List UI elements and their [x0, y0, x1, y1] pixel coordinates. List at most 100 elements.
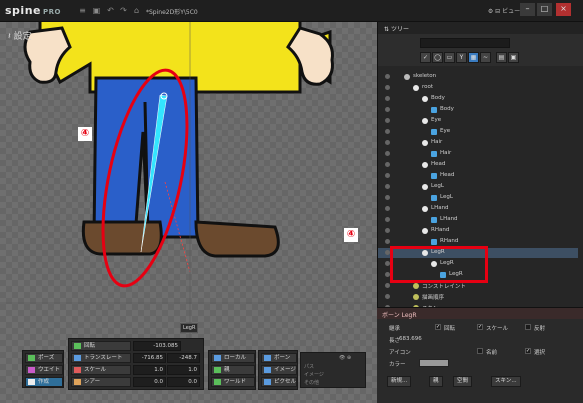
scale-checkbox[interactable]: ✓ — [477, 324, 483, 330]
annotation-number: ④ — [78, 127, 92, 141]
tree-item-label: skeleton — [413, 73, 437, 79]
mode-label[interactable]: 𝄽 設定 — [8, 29, 32, 42]
filter-bone-icon[interactable]: ✓ — [420, 52, 431, 63]
skeleton-icon — [404, 74, 410, 80]
tree-item[interactable]: skeleton — [378, 72, 578, 82]
bone-icon — [422, 96, 428, 102]
shear-x-value[interactable]: 0.0 — [133, 377, 166, 387]
redo-icon[interactable]: ↷ — [119, 6, 128, 15]
tree-item[interactable]: Head — [378, 160, 578, 170]
visibility-dot-icon[interactable] — [385, 118, 390, 123]
tree-item[interactable]: LHand — [378, 215, 578, 225]
scale-button[interactable]: スケール — [71, 365, 131, 375]
tree-filter-row: ✓ ◯ ▭ Y ▦ ~ ▤ ▣ — [420, 52, 570, 64]
color-swatch[interactable] — [419, 359, 449, 367]
rotate-value[interactable]: -103.085 — [133, 341, 181, 351]
visibility-dot-icon[interactable] — [385, 162, 390, 167]
image-icon — [431, 173, 437, 179]
tree-item-label: Body — [440, 106, 454, 112]
images-label: イメージ — [304, 372, 324, 378]
space-button[interactable]: 空間 — [453, 376, 473, 387]
tree-item[interactable]: root — [378, 83, 578, 93]
undo-icon[interactable]: ↶ — [106, 6, 115, 15]
tree-item[interactable]: Body — [378, 105, 578, 115]
tree-item[interactable]: Hair — [378, 149, 578, 159]
properties-panel: ボーン LegR 継承 ✓ 回転 ✓ スケール 反射 長さ 683.696 アイ… — [377, 307, 583, 403]
visibility-dot-icon[interactable] — [385, 195, 390, 200]
visibility-dot-icon[interactable] — [385, 217, 390, 222]
bones-toggle[interactable]: ボーン — [261, 353, 297, 363]
filter-constraint-icon[interactable]: Y — [456, 52, 467, 63]
tree-item[interactable]: LegL — [378, 182, 578, 192]
weights-button[interactable]: ウエイト — [25, 365, 63, 375]
filter-attachment-icon[interactable]: ▭ — [444, 52, 455, 63]
tree-item-label: Eye — [440, 128, 451, 134]
tree-item[interactable]: Body — [378, 94, 578, 104]
filter-anim-icon[interactable]: ▤ — [496, 52, 507, 63]
save-icon[interactable]: ▣ — [92, 6, 101, 15]
visibility-dot-icon[interactable] — [385, 129, 390, 134]
visibility-dot-icon[interactable] — [385, 283, 390, 288]
visibility-dot-icon[interactable] — [385, 173, 390, 178]
skin-button[interactable]: スキン... — [491, 376, 521, 387]
tree-item-label: Head — [440, 172, 455, 178]
new-button[interactable]: 新規... — [387, 376, 412, 387]
pick-toggle[interactable]: ピクセル — [261, 377, 297, 387]
name-checkbox[interactable] — [477, 348, 483, 354]
minimize-button[interactable]: – — [520, 3, 535, 16]
tree-item[interactable]: LegL — [378, 193, 578, 203]
visibility-dot-icon[interactable] — [385, 206, 390, 211]
maximize-button[interactable]: □ — [537, 3, 552, 16]
rotate-button[interactable]: 回転 — [71, 341, 131, 351]
shear-button[interactable]: シアー — [71, 377, 131, 387]
visibility-dot-icon[interactable] — [385, 96, 390, 101]
world-axes-button[interactable]: ワールド — [211, 377, 255, 387]
close-button[interactable]: × — [556, 3, 571, 16]
visibility-dot-icon[interactable] — [385, 107, 390, 112]
visibility-dot-icon[interactable] — [385, 140, 390, 145]
visibility-dot-icon[interactable] — [385, 85, 390, 90]
image-icon — [431, 195, 437, 201]
tree-search-input[interactable] — [420, 38, 510, 48]
tree-item[interactable]: RHand — [378, 226, 578, 236]
translate-y-value[interactable]: -248.7 — [167, 353, 200, 363]
visibility-dot-icon[interactable] — [385, 74, 390, 79]
folder-icon — [413, 294, 419, 300]
select-checkbox[interactable]: ✓ — [525, 348, 531, 354]
visibility-dot-icon[interactable] — [385, 228, 390, 233]
tree-item[interactable]: Eye — [378, 127, 578, 137]
tree-item[interactable]: Hair — [378, 138, 578, 148]
local-axes-button[interactable]: ローカル — [211, 353, 255, 363]
scale-x-value[interactable]: 1.0 — [133, 365, 166, 375]
set-parent-button[interactable]: 親 — [429, 376, 443, 387]
visibility-dot-icon[interactable] — [385, 151, 390, 156]
shear-y-value[interactable]: 0.0 — [167, 377, 200, 387]
visibility-dot-icon[interactable] — [385, 294, 390, 299]
filter-skin-icon[interactable]: ▦ — [468, 52, 479, 63]
filter-audio-icon[interactable]: ▣ — [508, 52, 519, 63]
tree-item-label: root — [422, 84, 434, 90]
images-toggle[interactable]: イメージ — [261, 365, 297, 375]
reflect-checkbox[interactable] — [525, 324, 531, 330]
create-button[interactable]: 作成 — [25, 377, 63, 387]
length-value[interactable]: 683.696 — [399, 336, 422, 342]
bone-icon — [422, 228, 428, 234]
parent-axes-button[interactable]: 親 — [211, 365, 255, 375]
translate-x-value[interactable]: -716.85 — [133, 353, 166, 363]
pose-button[interactable]: ポーズ — [25, 353, 63, 363]
filter-event-icon[interactable]: ~ — [480, 52, 491, 63]
visibility-dot-icon[interactable] — [385, 239, 390, 244]
tree-item[interactable]: Head — [378, 171, 578, 181]
translate-button[interactable]: トランスレート — [71, 353, 131, 363]
editor-viewport[interactable]: 𝄽 設定 ④ LegR ポーズ ウエイト 作成 回転 -103.085 トランス… — [0, 22, 377, 403]
tree-item[interactable]: Eye — [378, 116, 578, 126]
scale-y-value[interactable]: 1.0 — [167, 365, 200, 375]
visibility-dot-icon[interactable] — [385, 184, 390, 189]
rotation-checkbox[interactable]: ✓ — [435, 324, 441, 330]
visibility-icons[interactable]: 👁 ⊕ — [339, 355, 351, 361]
tree-item[interactable]: LHand — [378, 204, 578, 214]
menu-icon[interactable]: ≡ — [78, 6, 87, 15]
filter-slot-icon[interactable]: ◯ — [432, 52, 443, 63]
tree-item[interactable]: 描画順序 — [378, 292, 578, 302]
home-icon[interactable]: ⌂ — [132, 6, 141, 15]
